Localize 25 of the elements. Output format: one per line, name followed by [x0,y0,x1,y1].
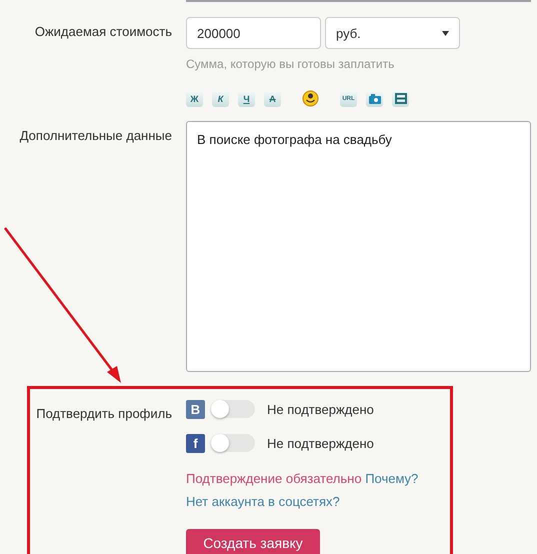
smiley-icon[interactable] [302,90,319,107]
field-label: Подтвердить профиль [36,406,172,422]
currency-select[interactable]: руб. [325,17,460,49]
field-hint: Сумма, которую вы готовы заплатить [186,57,396,71]
format-button[interactable]: Ж [186,90,203,107]
social-logo-icon: B [186,400,205,418]
toggle-switch[interactable] [211,434,255,452]
status-text: Не подтверждено [267,436,374,450]
why-link[interactable]: Почему? [365,471,418,486]
no-account-link[interactable]: Нет аккаунта в соцсетях? [186,494,340,509]
toggle-switch[interactable] [211,400,255,418]
field-label: Ожидаемая стоимость [34,24,172,40]
format-button[interactable]: А [264,90,281,107]
field-label: Дополнительные данные [20,128,172,144]
film-icon[interactable] [392,90,409,107]
status-text: Не подтверждено [267,402,374,416]
format-button[interactable]: К [212,90,229,107]
submit-button[interactable]: Создать заявку [186,529,320,554]
caret-icon [442,30,449,36]
format-button[interactable]: Ч [238,90,255,107]
social-logo-icon: f [186,434,205,452]
details-textarea[interactable]: В поиске фотографа на свадьбу [186,121,531,372]
required-note: Подтверждение обязательно Почему? [186,471,420,486]
price-input[interactable]: 200000 [186,17,321,49]
camera-icon[interactable] [366,90,383,107]
